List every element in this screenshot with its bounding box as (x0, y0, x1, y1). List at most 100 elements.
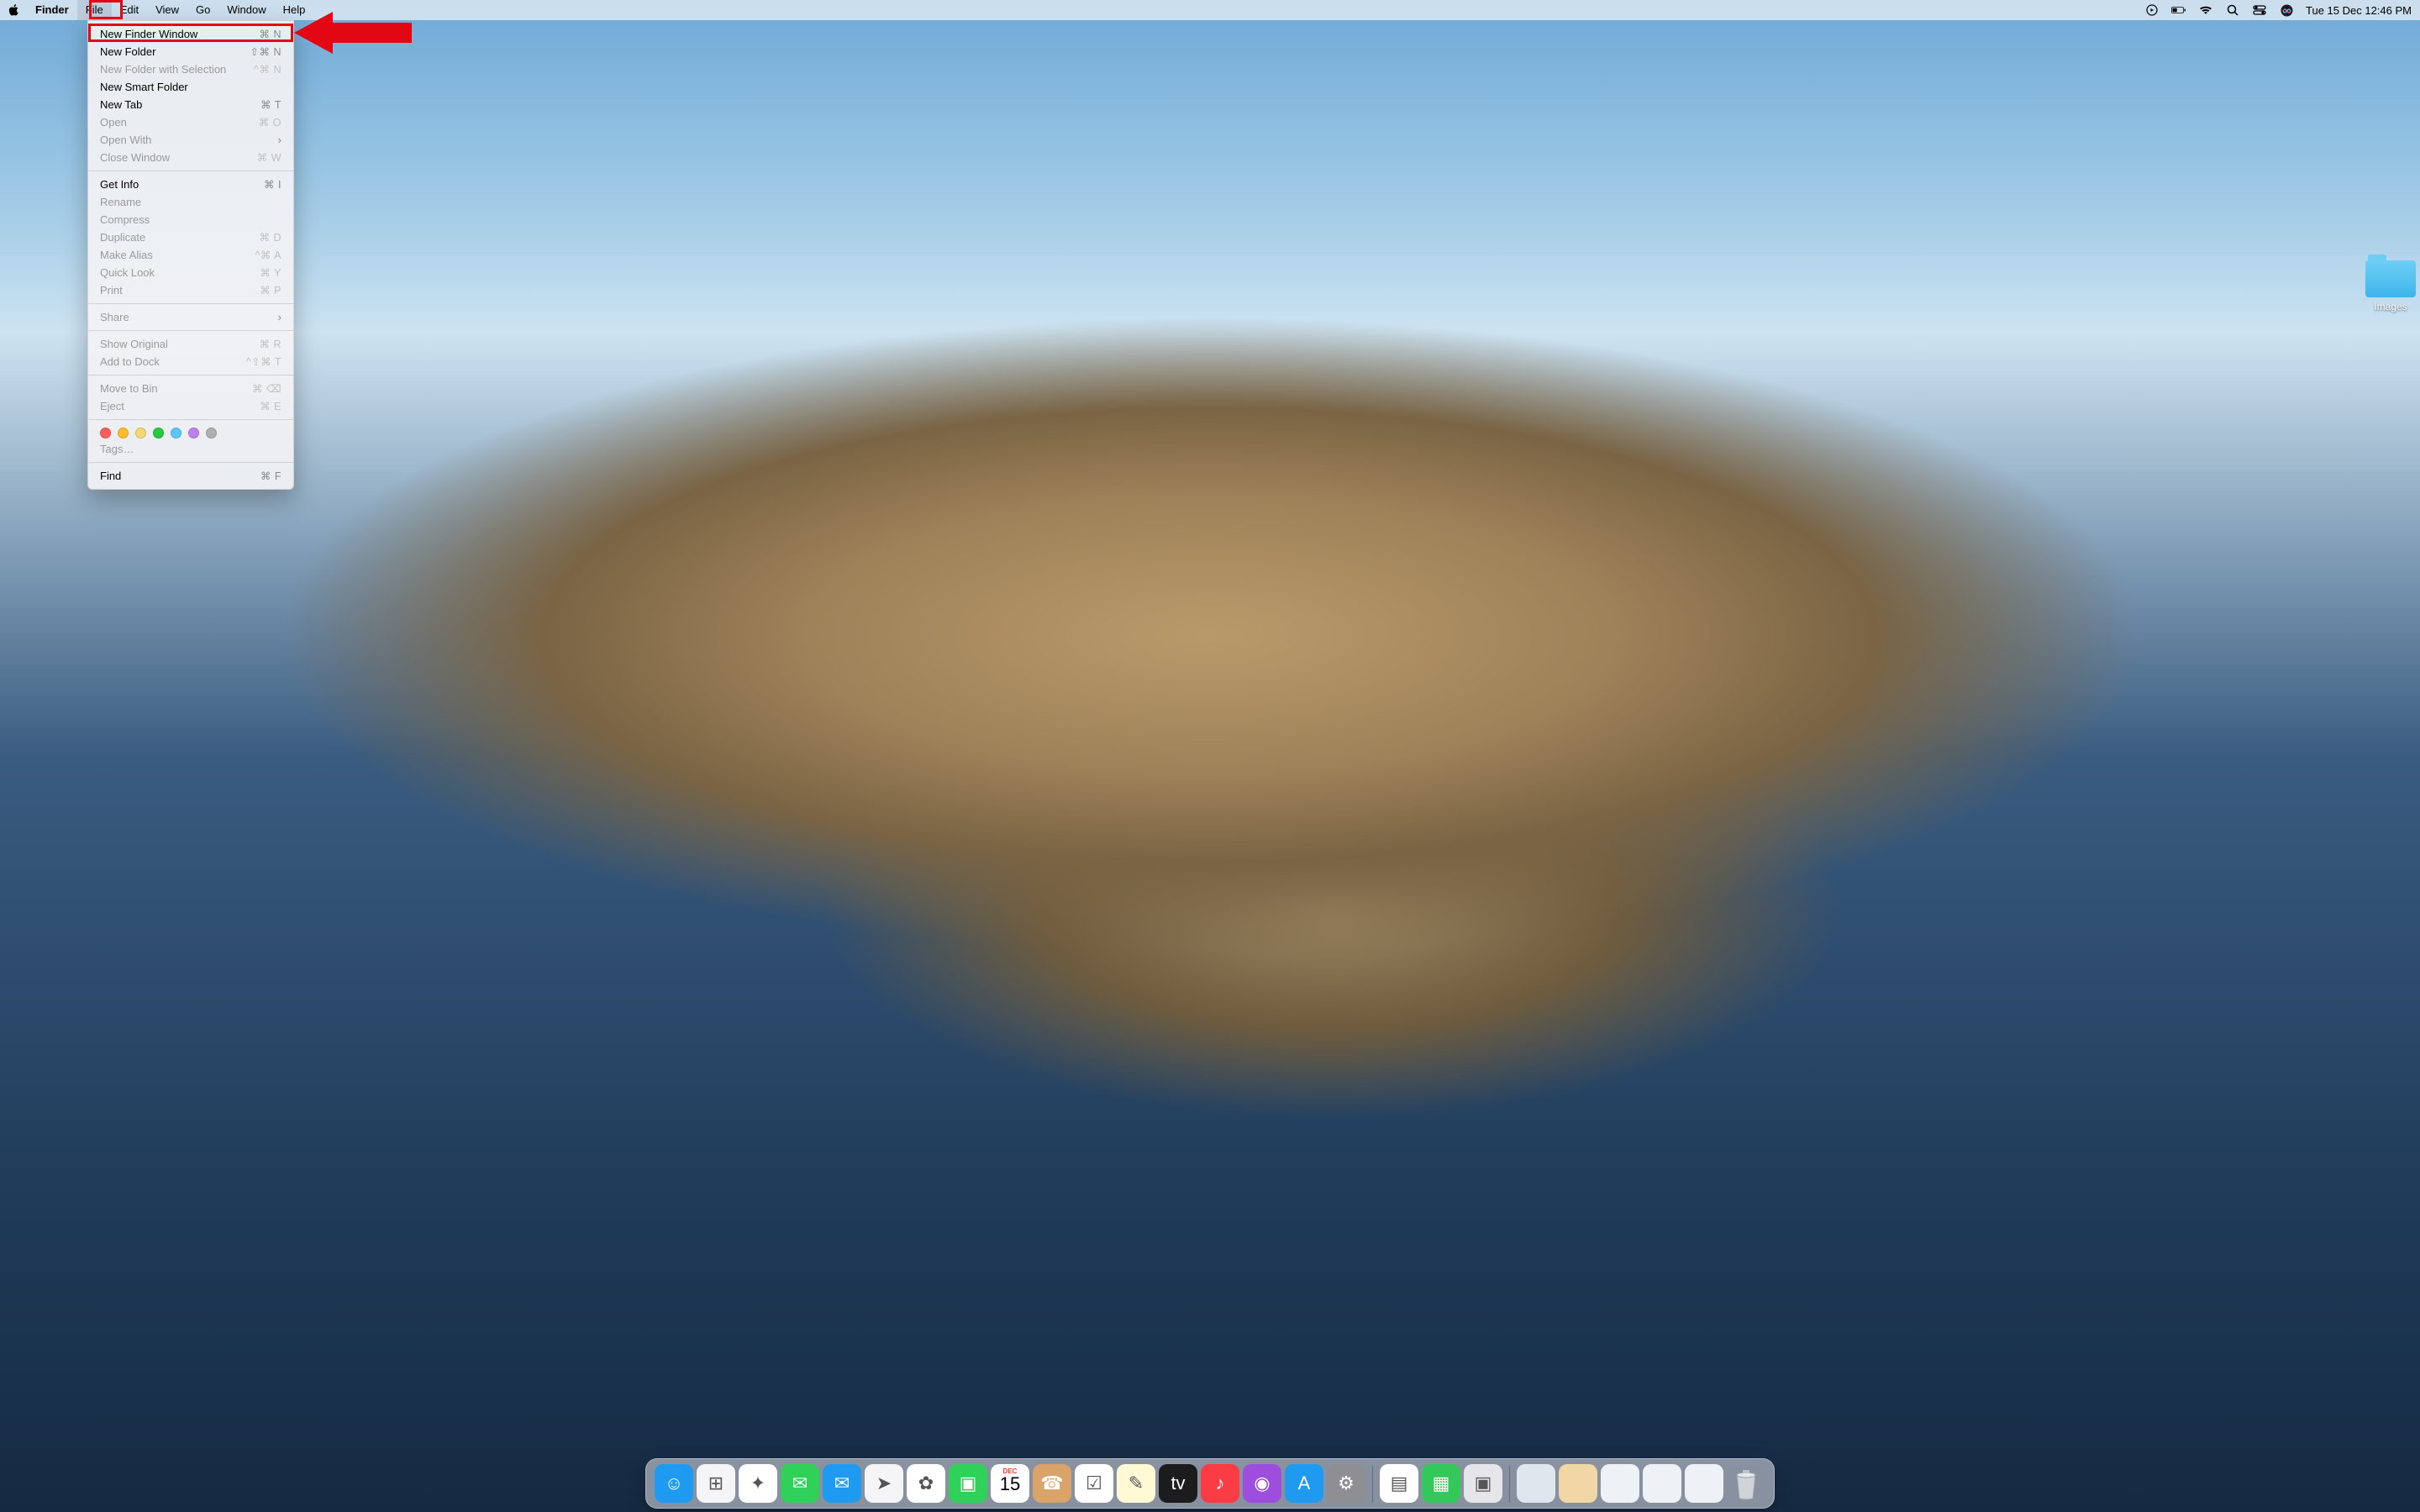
dock-app-maps[interactable]: ➤ (865, 1464, 903, 1503)
file-menu-item-new-finder-window[interactable]: New Finder Window⌘ N (88, 25, 293, 43)
file-menu-item-new-tab[interactable]: New Tab⌘ T (88, 96, 293, 113)
menu-item-shortcut: ^⇧⌘ T (246, 355, 281, 368)
dock-app-finder[interactable]: ☺ (655, 1464, 693, 1503)
dock-app-calendar[interactable]: DEC15 (991, 1464, 1029, 1503)
dock-app-window-4[interactable] (1643, 1464, 1681, 1503)
dock-app-safari[interactable]: ✦ (739, 1464, 777, 1503)
menu-item-label: Show Original (100, 338, 168, 350)
battery-icon[interactable] (2171, 3, 2186, 18)
menu-item-shortcut: ⌘ D (260, 231, 282, 244)
menu-item-shortcut: ⌘ Y (260, 266, 281, 279)
file-menu-item-get-info[interactable]: Get Info⌘ I (88, 176, 293, 193)
dock-app-box-green[interactable]: ▦ (1422, 1464, 1460, 1503)
menu-item-shortcut: ⌘ O (259, 116, 281, 129)
menu-item-shortcut: ⌘ W (257, 151, 281, 164)
menu-item-shortcut: ⌘ F (260, 470, 281, 482)
menu-item-label: New Tab (100, 98, 142, 111)
menu-item-shortcut: ⌘ R (260, 338, 282, 350)
dock-app-mail[interactable]: ✉ (823, 1464, 861, 1503)
tag-color-dot[interactable] (171, 428, 182, 438)
dock-app-notes[interactable]: ✎ (1117, 1464, 1155, 1503)
apple-menu-icon[interactable] (7, 4, 22, 16)
menubar-item-view[interactable]: View (147, 0, 187, 20)
dock-app-window-2[interactable] (1559, 1464, 1597, 1503)
menu-item-shortcut: ⌘ N (260, 28, 282, 40)
tag-color-dot[interactable] (100, 428, 111, 438)
file-menu-item-tags: Tags… (88, 440, 293, 458)
file-menu-item-compress: Compress (88, 211, 293, 228)
desktop-wallpaper (0, 0, 2420, 1512)
menu-item-label: Add to Dock (100, 355, 160, 368)
file-menu-item-add-to-dock: Add to Dock ^⇧⌘ T (88, 353, 293, 370)
menubar-app-name[interactable]: Finder (27, 0, 77, 20)
file-menu-item-find[interactable]: Find⌘ F (88, 467, 293, 485)
desktop-folder-label: Images (2361, 300, 2420, 313)
dock-app-window-3[interactable] (1601, 1464, 1639, 1503)
menu-item-label: Move to Bin (100, 382, 158, 395)
dock-app-podcasts[interactable]: ◉ (1243, 1464, 1281, 1503)
menubar-item-window[interactable]: Window (218, 0, 274, 20)
dock-trash[interactable] (1727, 1464, 1765, 1503)
menu-item-label: Close Window (100, 151, 170, 164)
menubar-item-go[interactable]: Go (187, 0, 218, 20)
file-menu-dropdown: New Finder Window⌘ NNew Folder⇧⌘ NNew Fo… (87, 20, 294, 490)
dock-app-messages[interactable]: ✉ (781, 1464, 819, 1503)
tag-color-dot[interactable] (206, 428, 217, 438)
tag-color-dot[interactable] (188, 428, 199, 438)
dock-app-contacts[interactable]: ☎ (1033, 1464, 1071, 1503)
dock-app-settings[interactable]: ⚙ (1327, 1464, 1365, 1503)
menu-item-label: Eject (100, 400, 124, 412)
file-menu-item-duplicate: Duplicate ⌘ D (88, 228, 293, 246)
dock-app-virtualbox[interactable]: ▣ (1464, 1464, 1502, 1503)
file-menu-item-share: Share› (88, 308, 293, 326)
menu-item-label: Print (100, 284, 123, 297)
menu-item-label: New Folder with Selection (100, 63, 226, 76)
menu-item-label: Open With (100, 134, 151, 146)
dock-app-preview[interactable]: ▤ (1380, 1464, 1418, 1503)
file-menu-item-close-window: Close Window ⌘ W (88, 149, 293, 166)
tag-color-dot[interactable] (153, 428, 164, 438)
menu-item-label: Tags… (100, 443, 134, 455)
dock-app-appstore[interactable]: A (1285, 1464, 1323, 1503)
menu-item-label: Compress (100, 213, 150, 226)
dock-app-photos[interactable]: ✿ (907, 1464, 945, 1503)
file-menu-item-open: Open⌘ O (88, 113, 293, 131)
dock-app-facetime[interactable]: ▣ (949, 1464, 987, 1503)
menu-item-label: Duplicate (100, 231, 145, 244)
menubar-clock[interactable]: Tue 15 Dec 12:46 PM (2306, 4, 2412, 17)
screen-record-icon[interactable] (2144, 3, 2160, 18)
control-center-icon[interactable] (2252, 3, 2267, 18)
dock-app-launchpad[interactable]: ⊞ (697, 1464, 735, 1503)
dock-app-tv[interactable]: tv (1159, 1464, 1197, 1503)
file-menu-item-new-folder[interactable]: New Folder ⇧⌘ N (88, 43, 293, 60)
menu-item-shortcut: ⌘ E (260, 400, 281, 412)
menubar-item-file[interactable]: File (77, 0, 112, 20)
dock-separator (1372, 1466, 1373, 1503)
desktop-folder-images[interactable]: Images (2361, 260, 2420, 313)
menu-separator (88, 419, 293, 420)
folder-icon (2365, 260, 2416, 297)
tag-color-dot[interactable] (118, 428, 129, 438)
menubar-item-edit[interactable]: Edit (112, 0, 147, 20)
menubar: Finder File Edit View Go Window Help Tue… (0, 0, 2420, 20)
menu-item-label: Make Alias (100, 249, 153, 261)
file-menu-item-move-to-bin: Move to Bin⌘ ⌫ (88, 380, 293, 397)
spotlight-icon[interactable] (2225, 3, 2240, 18)
wifi-icon[interactable] (2198, 3, 2213, 18)
menu-item-label: Quick Look (100, 266, 155, 279)
dock-app-reminders[interactable]: ☑ (1075, 1464, 1113, 1503)
file-menu-tags-row[interactable] (88, 424, 293, 440)
file-menu-item-new-smart-folder[interactable]: New Smart Folder (88, 78, 293, 96)
menubar-item-help[interactable]: Help (275, 0, 314, 20)
dock-app-music[interactable]: ♪ (1201, 1464, 1239, 1503)
menu-separator (88, 462, 293, 463)
menu-item-label: New Folder (100, 45, 155, 58)
dock-app-window-1[interactable] (1517, 1464, 1555, 1503)
menu-item-label: New Smart Folder (100, 81, 188, 93)
dock-app-window-5[interactable] (1685, 1464, 1723, 1503)
menu-item-shortcut: ⇧⌘ N (250, 45, 281, 58)
file-menu-item-open-with: Open With› (88, 131, 293, 149)
file-menu-item-quick-look: Quick Look ⌘ Y (88, 264, 293, 281)
siri-icon[interactable] (2279, 3, 2294, 18)
tag-color-dot[interactable] (135, 428, 146, 438)
